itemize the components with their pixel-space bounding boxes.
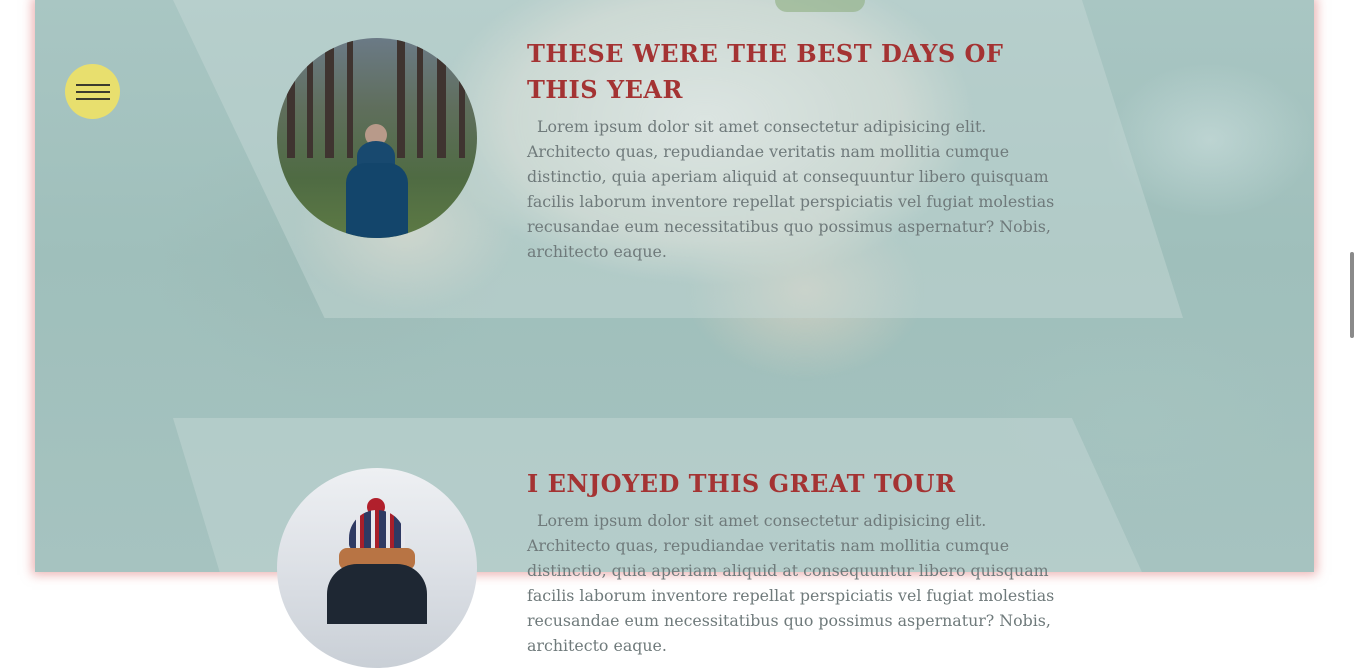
scrollbar-thumb[interactable] <box>1350 252 1354 338</box>
story-2-title: I ENJOYED THIS GREAT TOUR <box>527 469 956 498</box>
menu-button[interactable] <box>65 64 120 119</box>
menu-bar-top <box>75 83 110 86</box>
story-card-2: I ENJOYED THIS GREAT TOUR Lorem ipsum do… <box>527 466 1072 658</box>
story-card-1: THESE WERE THE BEST DAYS OF THIS YEAR Lo… <box>527 36 1072 264</box>
menu-bar-bottom <box>75 97 110 100</box>
story-1-title: THESE WERE THE BEST DAYS OF THIS YEAR <box>527 39 1004 104</box>
story-1-body: Lorem ipsum dolor sit amet consectetur a… <box>527 117 1055 261</box>
menu-bar-middle <box>75 90 110 93</box>
story-2-body: Lorem ipsum dolor sit amet consectetur a… <box>527 511 1055 655</box>
story-1-photo-forest-person <box>277 38 477 238</box>
story-2-photo-person-beanie <box>277 468 477 668</box>
